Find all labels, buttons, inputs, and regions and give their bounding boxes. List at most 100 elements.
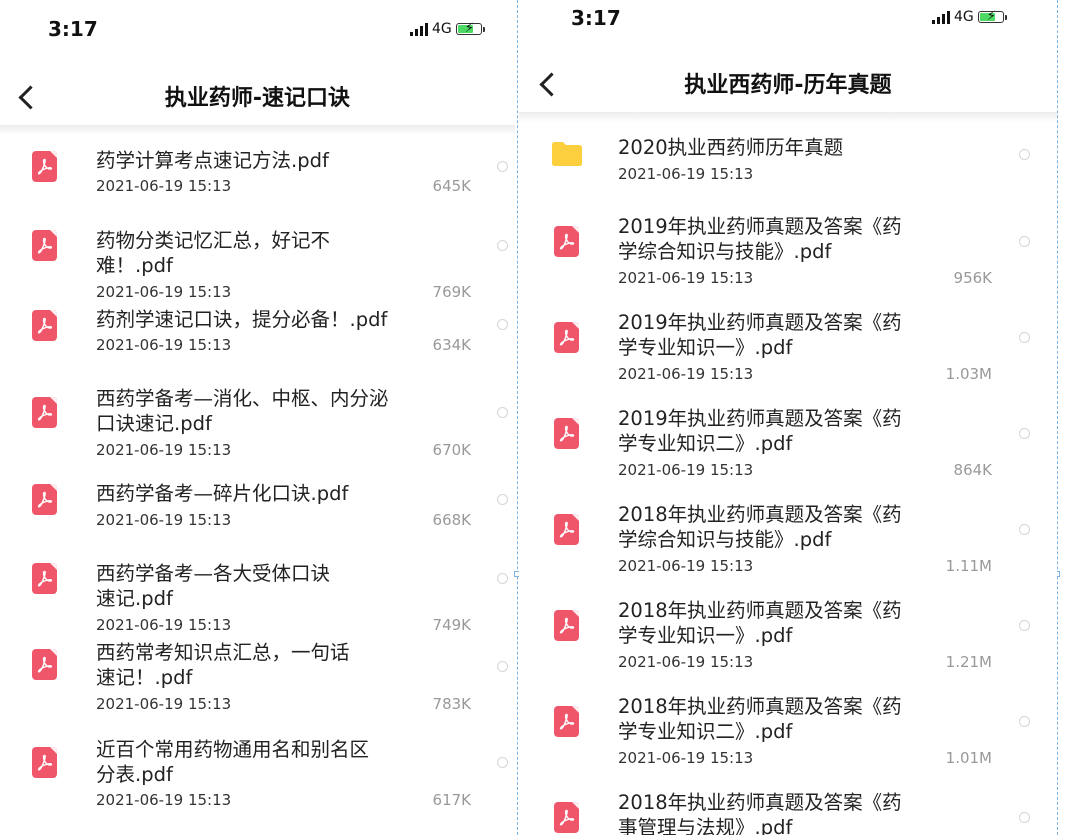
file-name-line: 2019年执业药师真题及答案《药 bbox=[618, 407, 902, 430]
file-name-line: 西药学备考—碎片化口诀.pdf bbox=[96, 482, 349, 505]
folder-icon bbox=[552, 142, 582, 166]
network-label: 4G bbox=[954, 9, 974, 25]
file-name-line: 西药常考知识点汇总，一句话 bbox=[96, 641, 350, 664]
select-radio[interactable] bbox=[1019, 524, 1030, 535]
nav-shadow bbox=[519, 112, 1057, 122]
select-radio[interactable] bbox=[497, 757, 508, 768]
pdf-file-icon bbox=[32, 310, 57, 341]
pdf-file-icon bbox=[32, 151, 57, 182]
pdf-file-icon bbox=[32, 230, 57, 261]
file-size: 783K bbox=[432, 695, 471, 713]
pdf-file-icon bbox=[32, 484, 57, 515]
nav-bar: 执业西药师-历年真题 bbox=[519, 62, 1057, 104]
file-row[interactable]: 药物分类记忆汇总，好记不 难！.pdf 2021-06-19 15:13 769K bbox=[0, 216, 515, 304]
select-radio[interactable] bbox=[497, 240, 508, 251]
file-name-line: 2019年执业药师真题及答案《药 bbox=[618, 311, 902, 334]
signal-icon bbox=[410, 22, 428, 36]
select-radio[interactable] bbox=[497, 161, 508, 172]
file-row[interactable]: 2018年执业药师真题及答案《药 学专业知识二》.pdf 2021-06-19 15… bbox=[519, 683, 1057, 775]
select-radio[interactable] bbox=[1019, 332, 1030, 343]
file-size: 1.01M bbox=[945, 749, 992, 767]
status-bar-icons: 4G ⚡ bbox=[410, 21, 485, 37]
file-row[interactable]: 西药学备考—碎片化口诀.pdf 2021-06-19 15:13 668K bbox=[0, 469, 515, 539]
pdf-file-icon bbox=[554, 706, 579, 737]
pdf-file-icon bbox=[554, 610, 579, 641]
file-name-line: 近百个常用药物通用名和别名区 bbox=[96, 738, 370, 761]
select-radio[interactable] bbox=[1019, 812, 1030, 823]
file-date: 2021-06-19 15:13 bbox=[618, 269, 754, 287]
file-row[interactable]: 2019年执业药师真题及答案《药 学专业知识二》.pdf 2021-06-19 15… bbox=[519, 395, 1057, 487]
file-date: 2021-06-19 15:13 bbox=[618, 653, 754, 671]
file-name-line: 药学计算考点速记方法.pdf bbox=[96, 149, 329, 172]
file-size: 1.11M bbox=[945, 557, 992, 575]
file-row[interactable]: 药学计算考点速记方法.pdf 2021-06-19 15:13 645K bbox=[0, 136, 515, 206]
file-row[interactable]: 西药常考知识点汇总，一句话 速记！.pdf 2021-06-19 15:13 783K bbox=[0, 628, 515, 716]
page-title: 执业西药师-历年真题 bbox=[684, 73, 892, 98]
select-radio[interactable] bbox=[497, 494, 508, 505]
right-screen: 3:17 4G ⚡ 执业西药师-历年真题 2020执业西药师历年真题 2021-… bbox=[519, 0, 1057, 835]
battery-icon: ⚡ bbox=[455, 21, 485, 36]
file-row[interactable]: 2018年执业药师真题及答案《药事管理与法规》.pdf bbox=[519, 779, 1057, 835]
file-date: 2021-06-19 15:13 bbox=[618, 365, 754, 383]
select-radio[interactable] bbox=[1019, 716, 1030, 727]
pdf-file-icon bbox=[554, 802, 579, 833]
file-name-line: 学综合知识与技能》.pdf bbox=[618, 528, 832, 551]
file-date: 2021-06-19 15:13 bbox=[96, 336, 232, 354]
select-radio[interactable] bbox=[497, 573, 508, 584]
status-bar-icons: 4G ⚡ bbox=[932, 9, 1007, 25]
file-size: 668K bbox=[432, 511, 471, 529]
pdf-file-icon bbox=[554, 418, 579, 449]
pdf-file-icon bbox=[554, 514, 579, 545]
battery-icon: ⚡ bbox=[977, 9, 1007, 24]
file-row[interactable]: 西药学备考—各大受体口诀 速记.pdf 2021-06-19 15:13 749K bbox=[0, 549, 515, 637]
file-name-line: 速记.pdf bbox=[96, 587, 173, 610]
file-name-line: 口诀速记.pdf bbox=[96, 412, 212, 435]
canvas-divider-right bbox=[1057, 0, 1058, 835]
select-radio[interactable] bbox=[1019, 428, 1030, 439]
file-date: 2021-06-19 15:13 bbox=[96, 791, 232, 809]
file-name-line: 学专业知识一》.pdf bbox=[618, 336, 793, 359]
pdf-file-icon bbox=[32, 747, 57, 778]
pdf-file-icon bbox=[32, 649, 57, 680]
file-row[interactable]: 西药学备考—消化、中枢、内分泌 口诀速记.pdf 2021-06-19 15:13 6… bbox=[0, 372, 515, 462]
folder-date: 2021-06-19 15:13 bbox=[618, 165, 754, 183]
select-radio[interactable] bbox=[1019, 620, 1030, 631]
select-radio[interactable] bbox=[497, 407, 508, 418]
select-radio[interactable] bbox=[497, 661, 508, 672]
file-name-line: 药剂学速记口诀，提分必备！.pdf bbox=[96, 308, 388, 331]
file-row[interactable]: 药剂学速记口诀，提分必备！.pdf 2021-06-19 15:13 634K bbox=[0, 296, 515, 366]
file-size: 670K bbox=[432, 441, 471, 459]
file-name-line: 分表.pdf bbox=[96, 763, 173, 786]
file-name-line: 2018年执业药师真题及答案《药 bbox=[618, 503, 902, 526]
file-size: 864K bbox=[953, 461, 992, 479]
file-name-line: 事管理与法规》.pdf bbox=[618, 816, 793, 835]
select-radio[interactable] bbox=[1019, 149, 1030, 160]
file-size: 956K bbox=[953, 269, 992, 287]
file-date: 2021-06-19 15:13 bbox=[618, 749, 754, 767]
file-row[interactable]: 2018年执业药师真题及答案《药 学综合知识与技能》.pdf 2021-06-19 … bbox=[519, 491, 1057, 583]
file-date: 2021-06-19 15:13 bbox=[96, 177, 232, 195]
file-row[interactable]: 2019年执业药师真题及答案《药 学专业知识一》.pdf 2021-06-19 15… bbox=[519, 299, 1057, 391]
select-radio[interactable] bbox=[497, 319, 508, 330]
folder-row[interactable]: 2020执业西药师历年真题 2021-06-19 15:13 bbox=[519, 128, 1057, 198]
file-size: 1.03M bbox=[945, 365, 992, 383]
file-row[interactable]: 2019年执业药师真题及答案《药 学综合知识与技能》.pdf 2021-06-19 … bbox=[519, 203, 1057, 295]
file-name-line: 2018年执业药师真题及答案《药 bbox=[618, 599, 902, 622]
file-name-line: 学专业知识二》.pdf bbox=[618, 720, 793, 743]
select-radio[interactable] bbox=[1019, 236, 1030, 247]
back-arrow-icon[interactable] bbox=[18, 85, 43, 110]
file-date: 2021-06-19 15:13 bbox=[96, 511, 232, 529]
file-row[interactable]: 近百个常用药物通用名和别名区 分表.pdf 2021-06-19 15:13 617K bbox=[0, 725, 515, 820]
back-arrow-icon[interactable] bbox=[539, 72, 564, 97]
file-row[interactable]: 2018年执业药师真题及答案《药 学专业知识一》.pdf 2021-06-19 15… bbox=[519, 587, 1057, 679]
nav-bar: 执业药师-速记口诀 bbox=[0, 75, 515, 117]
file-size: 1.21M bbox=[945, 653, 992, 671]
pdf-file-icon bbox=[32, 397, 57, 428]
file-name-line: 2018年执业药师真题及答案《药 bbox=[618, 791, 902, 814]
file-name-line: 难！.pdf bbox=[96, 254, 173, 277]
file-name-line: 2019年执业药师真题及答案《药 bbox=[618, 215, 902, 238]
file-date: 2021-06-19 15:13 bbox=[618, 557, 754, 575]
left-screen: 3:17 4G ⚡ 执业药师-速记口诀 药学计算考点速记方法.pdf 2021-0… bbox=[0, 0, 515, 835]
network-label: 4G bbox=[432, 21, 452, 37]
pdf-file-icon bbox=[32, 563, 57, 594]
